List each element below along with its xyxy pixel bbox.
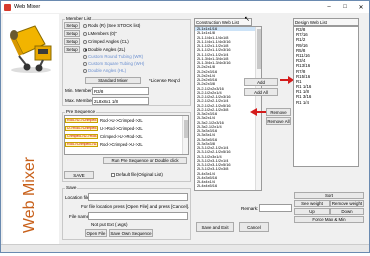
sequence-text: Rod->U->Crimped->2L bbox=[100, 117, 143, 123]
sequence-swatch: Rod->U->Crimped->2L bbox=[65, 117, 98, 124]
add-button[interactable]: Add bbox=[244, 78, 278, 86]
brand-panel: Web Mixer bbox=[3, 14, 59, 252]
add-arrow-icon bbox=[280, 76, 294, 84]
setup-button-double[interactable]: Setup bbox=[64, 46, 80, 53]
window-controls: – □ ✕ bbox=[321, 1, 369, 13]
min-member-field[interactable]: R3/8 bbox=[92, 87, 149, 95]
radio-indicator bbox=[83, 54, 87, 59]
radio-custom-square-tubing: Custom Square Tubing (WH) bbox=[83, 61, 144, 66]
open-file-button[interactable]: Open File bbox=[85, 229, 107, 237]
sequence-text: Rod->Crimped->U->2L bbox=[100, 141, 143, 147]
force-max-min-button[interactable]: Force Max & Min bbox=[294, 216, 364, 223]
radio-lmembers[interactable]: LMembers (0)" bbox=[83, 31, 117, 36]
sequence-row[interactable]: Crimped->U->Rod->2L Crimped->U->Rod->2L bbox=[65, 133, 188, 140]
remove-arrow-icon bbox=[250, 108, 266, 116]
cancel-button[interactable]: Cancel bbox=[239, 222, 269, 232]
remove-weight-button[interactable]: Remove weight bbox=[330, 200, 364, 207]
sequence-row[interactable]: Rod->U->Crimped->2L Rod->U->Crimped->2L bbox=[65, 117, 188, 124]
brand-title: Web Mixer bbox=[21, 156, 39, 234]
construction-list-item[interactable]: 2L4x4x5/16 bbox=[195, 183, 261, 188]
license-note: *License Req'd bbox=[149, 78, 180, 83]
sequence-row[interactable]: U->Rod->Crimped->2L U->Rod->Crimped->2L bbox=[65, 125, 188, 132]
remove-button[interactable]: Remove bbox=[266, 108, 291, 116]
add-all-button[interactable]: Add All bbox=[244, 88, 278, 96]
ext-note: Not put Ext (.wgs) bbox=[91, 222, 128, 227]
save-and-exit-button[interactable]: Save and Exit bbox=[196, 222, 234, 232]
radio-indicator bbox=[83, 39, 87, 44]
pre-sequence-scrollbar[interactable] bbox=[182, 116, 188, 154]
status-bar bbox=[1, 244, 369, 252]
default-file-checkbox[interactable]: Default file(Original List) bbox=[111, 172, 163, 177]
radio-custom-round-tubing: Custom Round Tubing (WR) bbox=[83, 54, 143, 59]
pre-sequence-caption: Pre Sequence bbox=[65, 109, 97, 114]
setup-button-crimped[interactable]: Setup bbox=[64, 38, 80, 45]
remark-label: Remark: bbox=[241, 206, 259, 211]
min-member-label: Min. Member bbox=[65, 88, 92, 93]
remove-all-button[interactable]: Remove All bbox=[266, 117, 291, 125]
radio-indicator bbox=[83, 31, 87, 36]
minimize-icon[interactable]: – bbox=[321, 1, 337, 13]
sort-button[interactable]: Sort bbox=[294, 192, 364, 199]
radio-indicator bbox=[83, 68, 87, 73]
save-own-sequence-button[interactable]: Save Own Sequence bbox=[109, 229, 153, 237]
radio-rods[interactable]: Rods (R) (See STOCK list) bbox=[83, 23, 140, 28]
checkbox-box bbox=[111, 172, 115, 177]
remark-field[interactable] bbox=[259, 204, 292, 212]
down-button[interactable]: Down bbox=[330, 208, 364, 215]
setup-button-lmembers[interactable]: Setup bbox=[64, 30, 80, 37]
filename-field[interactable] bbox=[88, 212, 188, 220]
title-bar: Web Mixer – □ ✕ bbox=[1, 1, 369, 13]
save-sequence-button[interactable]: SAVE bbox=[64, 171, 94, 179]
radio-indicator bbox=[83, 23, 87, 28]
setup-button-rods[interactable]: Setup bbox=[64, 22, 80, 29]
up-button[interactable]: Up bbox=[294, 208, 330, 215]
radio-double-angles-hl: Double Angles (HL) bbox=[83, 68, 126, 73]
sequence-text: Crimped->U->Rod->2L bbox=[100, 133, 143, 139]
sequence-text: U->Rod->Crimped->2L bbox=[100, 125, 143, 131]
close-icon[interactable]: ✕ bbox=[353, 1, 369, 13]
save-caption: Save bbox=[65, 185, 78, 190]
see-weight-button[interactable]: See weight bbox=[294, 200, 330, 207]
sequence-swatch: Rod->Crimped->U->2L bbox=[65, 141, 98, 148]
app-window: Web Mixer – □ ✕ Web Mixer Member List Se… bbox=[0, 0, 370, 253]
run-pre-sequence-button[interactable]: Run Pre Sequence or Double click bbox=[103, 157, 187, 164]
cement-mixer-image bbox=[10, 25, 52, 73]
radio-crimped-angles[interactable]: Crimped Angles (CL) bbox=[83, 39, 129, 44]
standard-mixer-button[interactable]: Standard Mixer bbox=[85, 77, 141, 84]
pre-sequence-list[interactable]: Rod->U->Crimped->2L Rod->U->Crimped->2L … bbox=[64, 115, 189, 155]
sequence-row[interactable]: Rod->Crimped->U->2L Rod->Crimped->U->2L bbox=[65, 141, 188, 148]
sequence-swatch: Crimped->U->Rod->2L bbox=[65, 133, 98, 140]
max-member-field[interactable]: 2L8x8x1 1/8 bbox=[92, 97, 149, 105]
design-web-list[interactable]: R3/8 R7/16 R1/2 R9/16 R5/8 R11/16 R3/4 R13/16 R7… bbox=[293, 26, 359, 167]
cursor-icon: ↖ bbox=[244, 16, 250, 23]
radio-indicator bbox=[83, 61, 87, 66]
max-member-label: Max. Member bbox=[65, 98, 94, 103]
location-label: Location file: bbox=[65, 195, 91, 200]
sequence-swatch: U->Rod->Crimped->2L bbox=[65, 125, 98, 132]
maximize-icon[interactable]: □ bbox=[337, 1, 353, 13]
location-field[interactable] bbox=[88, 193, 188, 201]
radio-indicator bbox=[83, 47, 87, 52]
member-list-caption: Member List bbox=[65, 16, 93, 21]
design-header: Design Web List bbox=[293, 18, 359, 26]
location-hint: For file location press [Open File] and … bbox=[81, 204, 190, 209]
radio-double-angles[interactable]: Double Angles (2L) bbox=[83, 47, 125, 52]
window-title: Web Mixer bbox=[14, 4, 41, 10]
design-list-item[interactable]: R1 1/4 bbox=[294, 100, 358, 105]
app-icon bbox=[4, 3, 11, 11]
